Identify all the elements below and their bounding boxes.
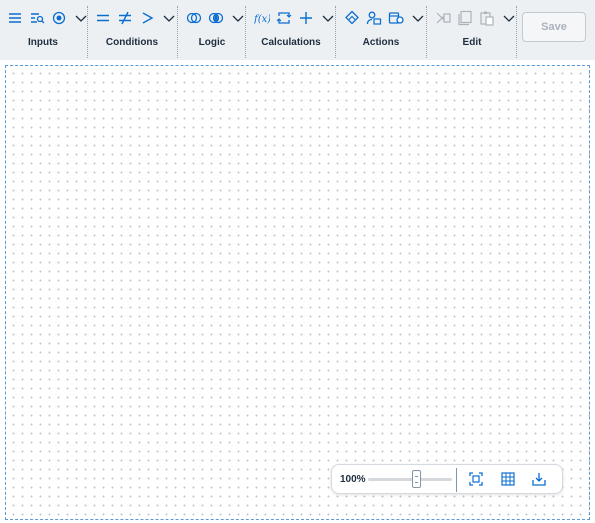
function-icon[interactable]: f(x) xyxy=(253,9,271,27)
data-action-icon[interactable] xyxy=(387,9,405,27)
or-logic-icon[interactable] xyxy=(185,9,203,27)
toolbar-separator xyxy=(245,6,246,58)
toolbar-separator xyxy=(335,6,336,58)
edit-group-label: Edit xyxy=(462,37,482,48)
conditions-group: Conditions xyxy=(91,0,175,60)
greater-than-icon[interactable] xyxy=(138,9,156,27)
toolbar-separator xyxy=(177,6,178,58)
zoom-panel: 100% xyxy=(331,464,563,494)
and-logic-icon[interactable] xyxy=(207,9,225,27)
toolbar-separator xyxy=(516,6,517,58)
zoom-level-label: 100% xyxy=(340,474,366,485)
inputs-group: Inputs xyxy=(5,0,87,60)
calculations-group-label: Calculations xyxy=(261,37,321,48)
zoom-slider[interactable] xyxy=(368,470,452,488)
save-button[interactable]: Save xyxy=(522,12,586,42)
zoom-separator xyxy=(456,468,457,492)
toolbar-separator xyxy=(87,6,88,58)
not-equals-icon[interactable] xyxy=(116,9,134,27)
edit-group: Edit xyxy=(432,0,515,60)
radio-input-icon[interactable] xyxy=(50,9,68,27)
fit-to-screen-icon[interactable] xyxy=(468,471,484,487)
paste-icon[interactable] xyxy=(478,9,496,27)
calculations-group: f(x) Calculations xyxy=(250,0,334,60)
chevron-down-icon[interactable] xyxy=(160,9,178,27)
loop-icon[interactable] xyxy=(275,9,293,27)
chevron-down-icon[interactable] xyxy=(409,9,427,27)
search-input-icon[interactable] xyxy=(28,9,46,27)
toolbar-separator xyxy=(426,6,427,58)
inputs-group-label: Inputs xyxy=(28,37,58,48)
actions-group: Actions xyxy=(340,0,424,60)
decision-icon[interactable] xyxy=(343,9,361,27)
add-icon[interactable] xyxy=(297,9,315,27)
toolbar: Inputs Conditions Logic f(x) Calculation… xyxy=(0,0,595,60)
grid-toggle-icon[interactable] xyxy=(500,471,516,487)
svg-text:f(x): f(x) xyxy=(254,14,270,25)
cut-icon[interactable] xyxy=(434,9,452,27)
list-input-icon[interactable] xyxy=(6,9,24,27)
zoom-slider-handle[interactable] xyxy=(412,470,421,488)
logic-group-label: Logic xyxy=(198,37,226,48)
download-icon[interactable] xyxy=(531,471,547,487)
copy-icon[interactable] xyxy=(456,9,474,27)
conditions-group-label: Conditions xyxy=(105,37,159,48)
logic-group: Logic xyxy=(183,0,244,60)
flow-canvas[interactable] xyxy=(5,65,590,520)
equals-icon[interactable] xyxy=(94,9,112,27)
actions-group-label: Actions xyxy=(362,37,400,48)
user-task-icon[interactable] xyxy=(365,9,383,27)
